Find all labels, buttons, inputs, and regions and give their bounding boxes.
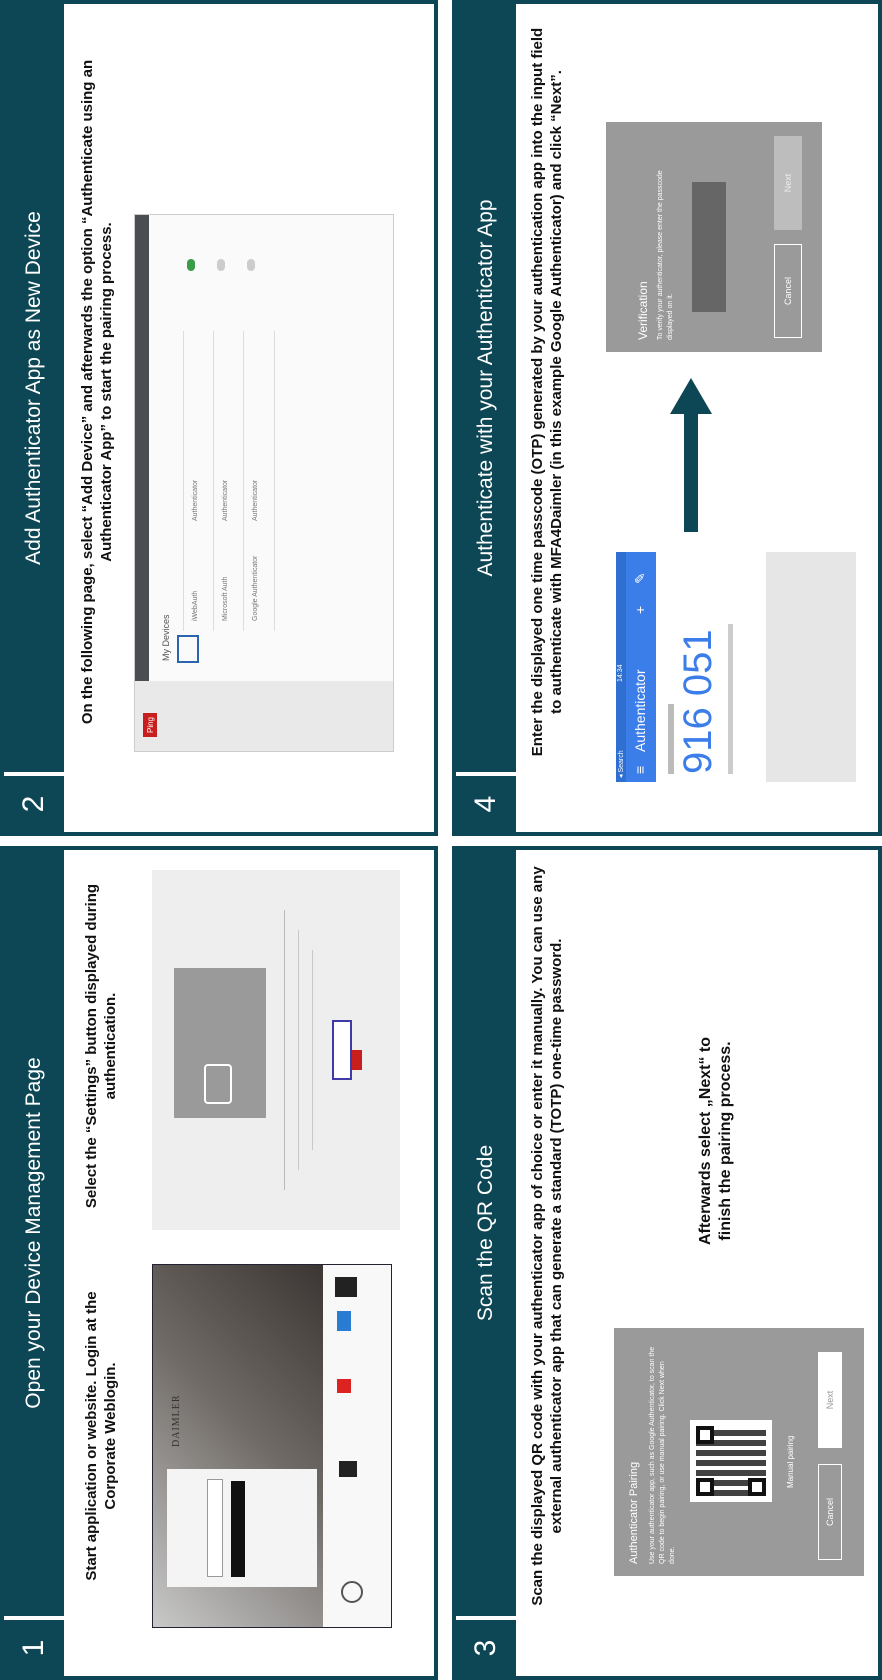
rotated-stage: 1 Open your Device Management Page Start…	[0, 0, 882, 1680]
ping-logo	[352, 1050, 362, 1070]
step-1-text-right: Select the “Settings” button displayed d…	[83, 883, 119, 1209]
menu-icon: ≡	[632, 765, 648, 774]
account-sub-blurred	[728, 624, 733, 774]
toggle-on[interactable]	[187, 259, 195, 271]
step-title: Authenticate with your Authenticator App	[474, 199, 497, 577]
step-1-text-left: Start application or website. Login at t…	[83, 1291, 119, 1581]
status-bar: ◂ Search 14:34	[616, 552, 626, 782]
phone-icon	[204, 1064, 232, 1104]
verification-body: To verify your authenticator, please ent…	[657, 170, 674, 340]
step-4-panel: 4 Authenticate with your Authenticator A…	[452, 0, 882, 836]
top-bar	[135, 215, 149, 681]
step-1-header: 1 Open your Device Management Page	[4, 850, 64, 1676]
step-number: 1	[4, 1616, 64, 1676]
device-row: Microsoft Auth Authenticator	[213, 331, 244, 631]
step-3-after-text: Afterwards select „Next“ to finish the p…	[697, 1036, 734, 1246]
device-row: iWebAuth Authenticator	[183, 331, 214, 631]
device-row: Google Authenticator Authenticator	[243, 331, 275, 631]
cancel-button[interactable]: Cancel	[774, 244, 802, 338]
step-number: 3	[456, 1616, 516, 1676]
step-3-header: 3 Scan the QR Code	[456, 850, 516, 1676]
edit-icon: ✎	[632, 572, 648, 584]
dialog-body: Use your authenticator app, such as Goog…	[649, 1346, 676, 1564]
manual-pairing-link[interactable]: Manual pairing	[786, 1436, 795, 1488]
toggle-off[interactable]	[217, 259, 225, 271]
dialog-title: Authenticator Pairing	[628, 1461, 640, 1564]
step-4-header: 4 Authenticate with your Authenticator A…	[456, 4, 516, 832]
add-icon: +	[632, 605, 648, 614]
verification-title: Verification	[636, 281, 650, 340]
ping-logo: Ping	[143, 713, 157, 737]
step-3-panel: 3 Scan the QR Code Scan the displayed QR…	[452, 846, 882, 1680]
daimler-logo: DAIMLER	[171, 1394, 182, 1447]
qr-code	[690, 1420, 772, 1502]
verification-dialog: Verification To verify your authenticato…	[606, 122, 822, 352]
authenticator-app-screenshot: ◂ Search 14:34 ≡ Authenticator + ✎ 916 0…	[616, 552, 856, 782]
app-bar: ≡ Authenticator + ✎	[626, 552, 656, 782]
arrow-right-icon	[670, 372, 712, 532]
login-button	[231, 1481, 245, 1577]
my-devices-screenshot: Ping My Devices iWebAuth Authenticator M…	[134, 214, 394, 752]
add-device-button[interactable]	[177, 635, 199, 663]
passcode-input[interactable]	[692, 182, 726, 312]
app-title: Authenticator	[632, 669, 648, 753]
toggle-off[interactable]	[247, 259, 255, 271]
step-3-text: Scan the displayed QR code with your aut…	[529, 866, 565, 1606]
account-label-blurred	[668, 704, 674, 774]
brand-logos	[323, 1265, 391, 1627]
step-1-panel: 1 Open your Device Management Page Start…	[0, 846, 438, 1680]
cancel-button[interactable]: Cancel	[818, 1464, 842, 1560]
next-button[interactable]: Next	[774, 136, 802, 230]
mobile-prompt-box	[174, 968, 266, 1118]
step-2-text: On the following page, select “Add Devic…	[79, 59, 115, 725]
next-entry	[766, 552, 856, 782]
pairing-dialog: Authenticator Pairing Use your authentic…	[614, 1328, 864, 1576]
step-title: Scan the QR Code	[474, 1144, 497, 1322]
step-2-header: 2 Add Authenticator App as New Device	[4, 4, 64, 832]
otp-code: 916 051	[676, 629, 720, 774]
login-input	[207, 1479, 223, 1577]
authentication-screenshot	[152, 870, 400, 1230]
next-button[interactable]: Next	[818, 1352, 842, 1448]
step-4-text: Enter the displayed one time passcode (O…	[529, 27, 565, 757]
step-number: 4	[456, 772, 516, 832]
step-number: 2	[4, 772, 64, 832]
my-devices-heading: My Devices	[161, 614, 171, 661]
step-title: Add Authenticator App as New Device	[22, 211, 45, 565]
sidebar: Ping	[135, 681, 393, 751]
settings-button[interactable]	[332, 1020, 352, 1080]
login-form	[167, 1469, 317, 1587]
step-title: Open your Device Management Page	[22, 1057, 45, 1409]
weblogin-screenshot: DAIMLER	[152, 1264, 392, 1628]
step-2-panel: 2 Add Authenticator App as New Device On…	[0, 0, 438, 836]
